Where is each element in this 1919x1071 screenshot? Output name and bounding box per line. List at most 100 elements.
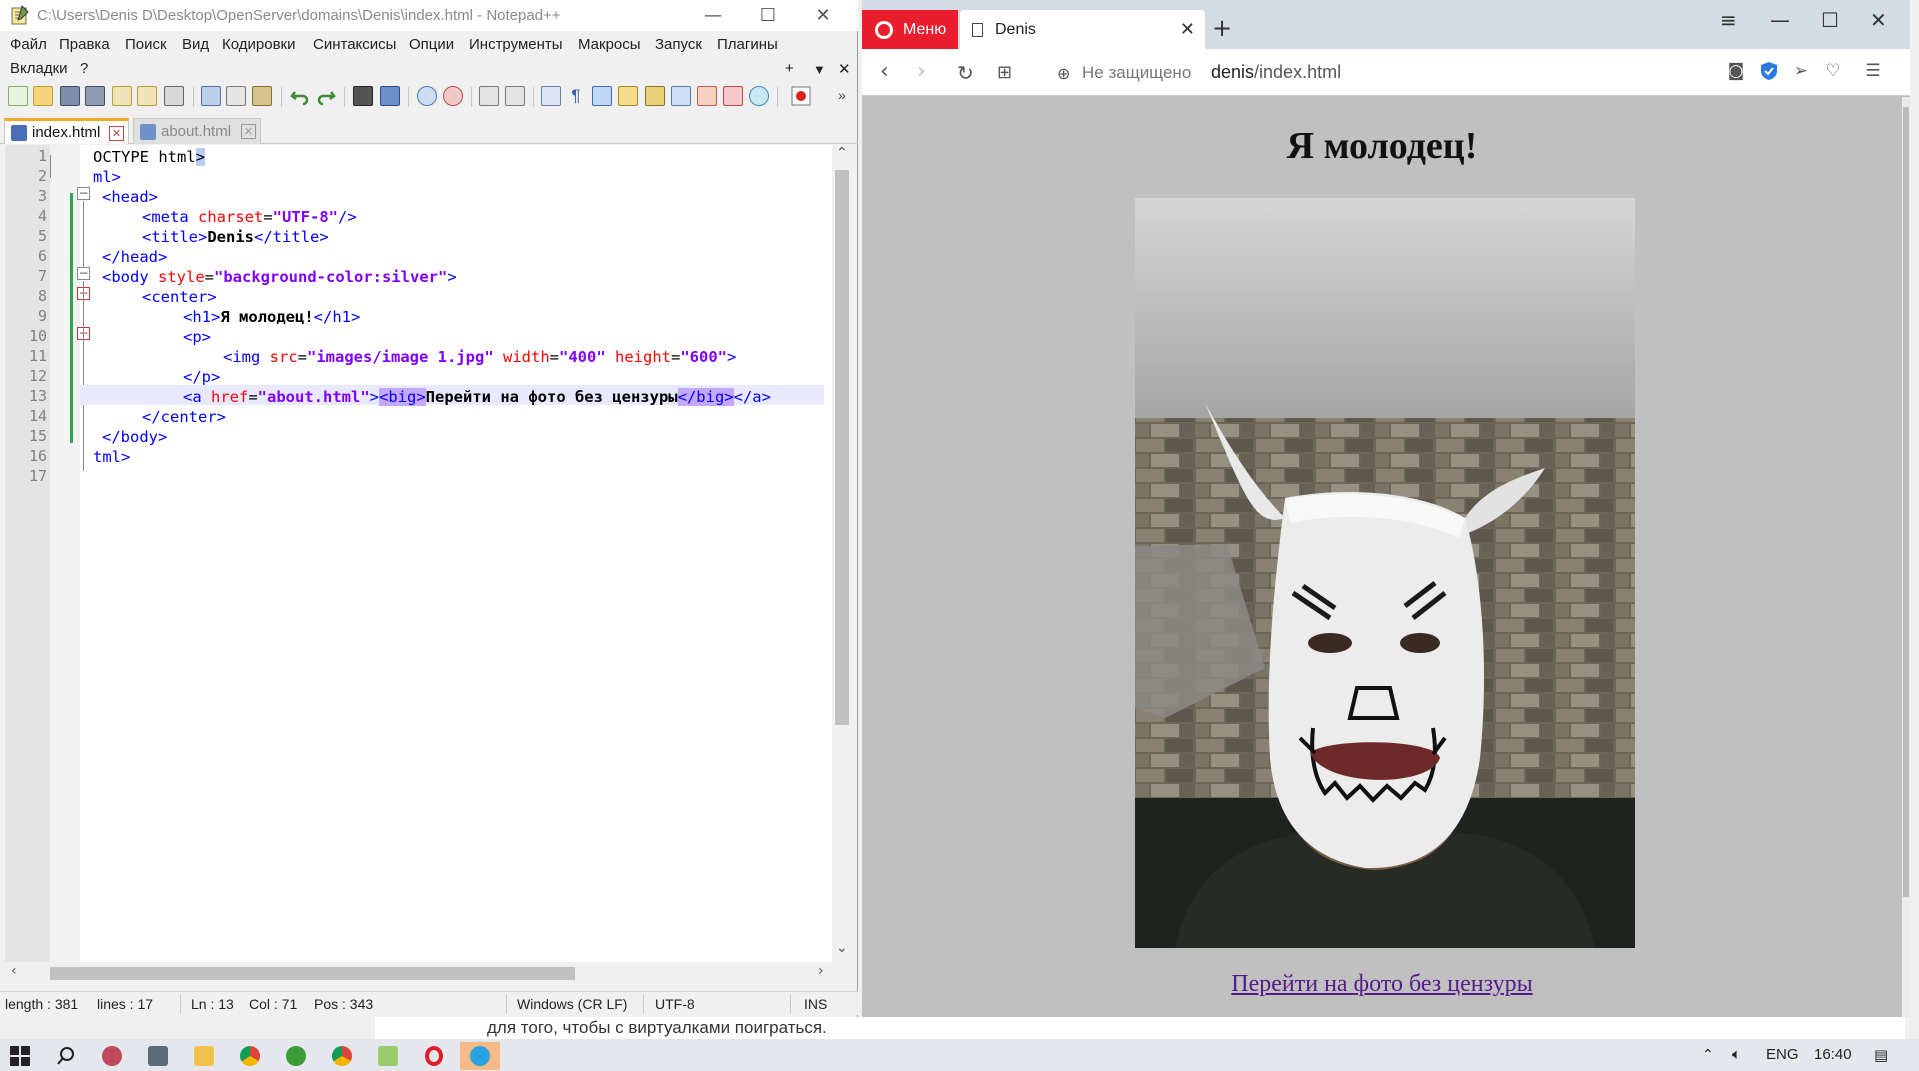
minimize-button[interactable]: — [690, 0, 736, 31]
menu-search[interactable]: Поиск [125, 36, 167, 53]
browser-scrollbar[interactable] [1902, 97, 1910, 1017]
folder-workspace-icon[interactable] [697, 86, 717, 106]
menu-tabs[interactable]: Вкладки [10, 60, 68, 77]
speed-dial-icon[interactable]: ⊞ [997, 62, 1012, 83]
adblock-shield-icon[interactable] [1759, 61, 1779, 81]
opera-menu-button[interactable]: Меню [862, 10, 958, 49]
redo-icon[interactable] [316, 86, 336, 106]
menu-tools[interactable]: Инструменты [469, 36, 563, 53]
fold-toggle-icon[interactable]: − [77, 267, 90, 280]
code-editor[interactable]: 1 2 3 4 5 6 7 8 9 10 11 12 13 14 15 16 1… [5, 145, 836, 962]
scrollbar-thumb[interactable] [835, 170, 849, 725]
view-in-browser-icon[interactable] [749, 86, 769, 106]
menu-macros[interactable]: Макросы [578, 36, 641, 53]
new-file-icon[interactable] [8, 86, 28, 106]
monitoring-icon[interactable] [723, 86, 743, 106]
editor-horizontal-scrollbar[interactable]: ‹ › [5, 963, 836, 983]
menu-add-icon[interactable]: + [785, 60, 794, 77]
find-icon[interactable] [353, 86, 373, 106]
url-field[interactable]: denis/index.html [1211, 62, 1341, 83]
taskbar-app-explorer[interactable] [184, 1042, 224, 1070]
tab-menu-icon[interactable]: ≡ [1720, 8, 1737, 32]
undo-icon[interactable] [290, 86, 310, 106]
word-wrap-icon[interactable] [541, 86, 561, 106]
heart-icon[interactable]: ♡ [1823, 61, 1843, 81]
tray-overflow-icon[interactable]: ⌃ [1702, 1046, 1714, 1063]
volume-icon[interactable]: 🔈︎ [1732, 1046, 1741, 1063]
tab-close-icon[interactable]: ✕ [241, 124, 256, 139]
sync-vertical-icon[interactable] [479, 86, 499, 106]
menu-help[interactable]: ? [80, 60, 88, 77]
menu-plugins[interactable]: Плагины [717, 36, 778, 53]
taskbar-app-calculator[interactable] [138, 1042, 178, 1070]
menu-encoding[interactable]: Кодировки [222, 36, 295, 53]
cut-icon[interactable] [201, 86, 221, 106]
taskbar-app-telegram[interactable] [460, 1042, 500, 1070]
taskbar-app-snipping[interactable] [92, 1042, 132, 1070]
scroll-down-icon[interactable]: ⌄ [836, 940, 848, 956]
taskbar-app-chrome[interactable] [230, 1042, 270, 1070]
fold-toggle-icon[interactable]: − [77, 187, 90, 200]
zoom-out-icon[interactable] [443, 86, 463, 106]
menu-dropdown-icon[interactable]: ▼ [813, 62, 826, 77]
maximize-button[interactable]: ☐ [1821, 8, 1839, 32]
menu-run[interactable]: Запуск [655, 36, 702, 53]
reload-icon[interactable]: ↻ [957, 61, 974, 85]
taskbar-app-utorrent[interactable] [276, 1042, 316, 1070]
input-language[interactable]: ENG [1766, 1046, 1799, 1063]
paste-icon[interactable] [252, 86, 272, 106]
scroll-up-icon[interactable]: ⌃ [836, 145, 848, 161]
close-all-icon[interactable] [137, 86, 157, 106]
maximize-button[interactable]: ☐ [745, 0, 791, 31]
start-button[interactable] [0, 1042, 40, 1070]
zoom-in-icon[interactable] [417, 86, 437, 106]
function-list-icon[interactable] [671, 86, 691, 106]
tab-close-icon[interactable]: ✕ [1180, 19, 1195, 40]
copy-icon[interactable] [226, 86, 246, 106]
taskbar-app-chrome-2[interactable] [322, 1042, 362, 1070]
scroll-left-icon[interactable]: ‹ [11, 963, 17, 979]
show-all-chars-icon[interactable]: ¶ [566, 86, 586, 106]
menu-view[interactable]: Вид [182, 36, 209, 53]
indent-guide-icon[interactable] [592, 86, 612, 106]
tab-close-icon[interactable]: ✕ [109, 126, 124, 141]
page-link-uncensored[interactable]: Перейти на фото без цензуры [862, 971, 1902, 998]
open-file-icon[interactable] [33, 86, 53, 106]
replace-icon[interactable] [380, 86, 400, 106]
close-button[interactable]: ✕ [1870, 8, 1887, 32]
taskbar-app-notepadpp[interactable] [368, 1042, 408, 1070]
tab-index-html[interactable]: index.html ✕ [4, 118, 129, 144]
easy-setup-icon[interactable]: ☰ [1863, 61, 1883, 81]
new-tab-button[interactable]: + [1212, 14, 1232, 42]
doc-map-icon[interactable] [645, 86, 665, 106]
notifications-icon[interactable]: ▤ [1874, 1046, 1888, 1064]
tab-about-html[interactable]: about.html ✕ [133, 118, 261, 144]
save-all-icon[interactable] [85, 86, 105, 106]
back-icon[interactable]: ‹ [880, 59, 889, 84]
minimize-button[interactable]: — [1770, 8, 1790, 32]
send-icon[interactable]: ➢ [1791, 61, 1811, 81]
clock[interactable]: 16:40 [1814, 1046, 1852, 1063]
snapshot-icon[interactable]: ◙ [1726, 61, 1746, 81]
menu-syntax[interactable]: Синтаксисы [313, 36, 396, 53]
search-button[interactable] [46, 1042, 86, 1070]
menu-options[interactable]: Опции [409, 36, 454, 53]
browser-tab-denis[interactable]: Denis ✕ [960, 10, 1205, 49]
scrollbar-thumb[interactable] [1903, 107, 1909, 897]
menu-close-icon[interactable]: ✕ [838, 60, 851, 78]
scroll-right-icon[interactable]: › [818, 963, 824, 979]
menu-edit[interactable]: Правка [59, 36, 110, 53]
scrollbar-thumb[interactable] [50, 967, 575, 980]
close-file-icon[interactable] [112, 86, 132, 106]
record-macro-icon[interactable] [791, 86, 811, 106]
lang-udl-icon[interactable] [618, 86, 638, 106]
print-icon[interactable] [164, 86, 184, 106]
forward-icon[interactable]: › [917, 59, 926, 84]
menu-file[interactable]: Файл [10, 36, 47, 53]
close-button[interactable]: ✕ [800, 0, 846, 31]
taskbar-app-opera[interactable] [414, 1042, 454, 1070]
editor-vertical-scrollbar[interactable]: ⌃ ⌄ [832, 145, 852, 962]
save-icon[interactable] [60, 86, 80, 106]
security-indicator[interactable]: Не защищено [1082, 63, 1191, 83]
notepad-titlebar[interactable]: C:\Users\Denis D\Desktop\OpenServer\doma… [0, 0, 858, 31]
